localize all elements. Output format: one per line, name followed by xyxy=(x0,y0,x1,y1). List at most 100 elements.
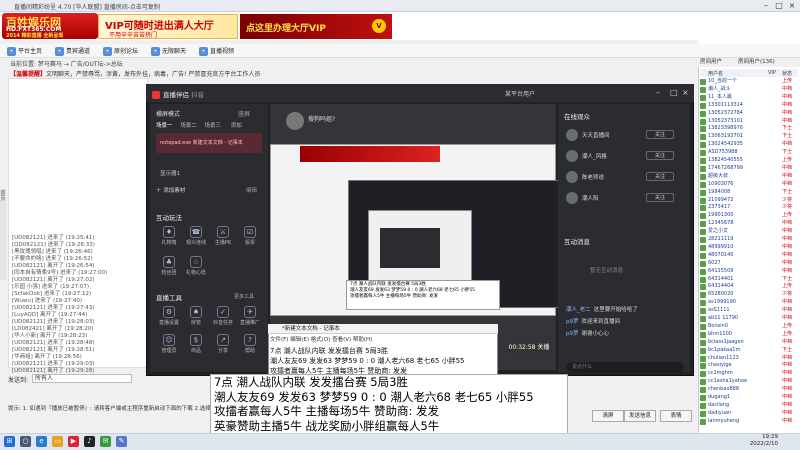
user-row[interactable]: dugang1 中档 xyxy=(700,394,798,401)
user-row[interactable]: bc1pakaa1rn 下士 xyxy=(700,347,798,354)
live-close-icon[interactable]: × xyxy=(682,88,689,97)
manage-button[interactable]: ☺ 管理员 xyxy=(156,334,182,354)
follow-button[interactable]: 关注 xyxy=(646,172,674,181)
user-row[interactable]: 13063193701 下士 xyxy=(700,133,798,141)
live-minimize-icon[interactable]: – xyxy=(656,88,660,97)
user-row[interactable]: Bonsin0 上传 xyxy=(700,323,798,330)
user-row[interactable]: 爱之小文 中档 xyxy=(700,228,798,236)
live-maximize-icon[interactable]: □ xyxy=(670,88,678,97)
vip-register-banner[interactable]: 点这里办理大厅VIP V xyxy=(240,14,392,39)
maximize-icon[interactable]: □ xyxy=(773,1,785,11)
tab-video[interactable]: • 直播视频 xyxy=(198,46,237,57)
search-icon[interactable]: ○ xyxy=(20,436,31,447)
user-row[interactable]: 潮人_战斗 中档 xyxy=(700,86,798,93)
user-row[interactable]: 19901300 上传 xyxy=(700,212,798,220)
online-viewer[interactable]: 潮人_风格 关注 xyxy=(566,149,676,163)
follow-button[interactable]: 关注 xyxy=(646,193,674,202)
tab-forum[interactable]: • 原创论坛 xyxy=(102,46,141,57)
more-tools-link[interactable]: 更多工具 xyxy=(234,293,254,300)
end-live-button[interactable]: 00:32:58 关播 xyxy=(506,342,552,354)
shop-button[interactable]: $ 商品 xyxy=(183,334,209,354)
user-row[interactable]: cc1asha1yahoe 中档 xyxy=(700,378,798,386)
user-row[interactable]: 13052373101 中档 xyxy=(700,118,798,125)
notepad-menu[interactable]: 文件(F) 编辑(E) 格式(O) 查看(V) 帮助(H) xyxy=(270,335,372,343)
user-row[interactable]: 64314401 下士 xyxy=(700,276,798,283)
user-row[interactable]: chulian1123 中档 xyxy=(700,355,798,362)
emoji-button[interactable]: 表情 xyxy=(660,410,692,422)
online-viewer[interactable]: 潮人阳 关注 xyxy=(566,191,676,205)
user-row[interactable]: bclass1jaagen 中档 xyxy=(700,339,798,346)
user-row[interactable]: 48070140 中档 xyxy=(700,252,798,259)
send-message-button[interactable]: 发送信息 xyxy=(624,410,656,422)
chat-app-icon[interactable]: ✉ xyxy=(100,436,111,447)
user-row[interactable]: dadiyuan 中档 xyxy=(700,410,798,417)
user-row[interactable]: cc1mghm 中档 xyxy=(700,370,798,378)
link-button[interactable]: ☎ 观众连线 xyxy=(183,226,209,246)
display-source[interactable]: 显示器1 xyxy=(160,169,180,177)
user-row[interactable]: chasiyige 中档 xyxy=(700,362,798,370)
user-row[interactable]: 13024542935 中档 xyxy=(700,141,798,149)
taskbar-clock[interactable]: 19:29 2022/2/10 xyxy=(750,434,778,448)
scene-tab-1[interactable]: 场景一 xyxy=(156,123,173,129)
online-viewer[interactable]: 天天直播间 关注 xyxy=(566,128,676,142)
help-button[interactable]: ? 帮助 xyxy=(237,334,263,354)
close-icon[interactable]: × xyxy=(786,1,798,11)
follow-button[interactable]: 关注 xyxy=(646,151,674,160)
user-row[interactable]: dacilang 中档 xyxy=(700,402,798,409)
user-row[interactable]: 2373417 少将 xyxy=(700,204,798,212)
online-viewer[interactable]: 陈老师说 关注 xyxy=(566,170,676,184)
user-row[interactable]: 超级大叔 中档 xyxy=(700,173,798,180)
admin-button[interactable]: ♠ 房管 xyxy=(183,306,209,326)
edge-icon[interactable]: e xyxy=(36,436,47,447)
group-button[interactable]: ♣ 粉丝团 xyxy=(156,256,182,276)
user-row[interactable]: 64115509 中档 xyxy=(700,268,798,275)
mode-toggle[interactable]: 竖屏 xyxy=(238,109,250,118)
site-logo[interactable]: 百姓娱乐网 HD.FXT365.COM 2014 精彩直播 全新呈现 xyxy=(2,13,98,39)
user-row[interactable]: 21099472 少将 xyxy=(700,197,798,204)
tab-room-users[interactable]: 房间用户 xyxy=(700,57,722,65)
start-icon[interactable]: ⊞ xyxy=(4,436,15,447)
left-side-strip[interactable]: 首页 xyxy=(0,190,6,280)
user-row[interactable]: ab11 11790 中档 xyxy=(700,315,798,322)
folder-icon[interactable]: ▭ xyxy=(52,436,63,447)
add-scene-button[interactable]: 添加 xyxy=(231,123,242,129)
user-row[interactable]: lanmyuheng 中档 xyxy=(700,418,798,425)
follow-button[interactable]: 关注 xyxy=(646,130,674,139)
minimize-icon[interactable]: – xyxy=(760,1,772,11)
user-row[interactable]: 65280020 少将 xyxy=(700,291,798,299)
user-row[interactable]: 64314404 上传 xyxy=(700,283,798,291)
user-row[interactable]: 17467268799 中档 xyxy=(700,165,798,172)
share-button[interactable]: ↗ 分享 xyxy=(210,334,236,354)
user-row[interactable]: 13823398976 下士 xyxy=(700,125,798,133)
settings-button[interactable]: ⚙ 直播设置 xyxy=(156,306,182,326)
promo-button[interactable]: ✈ 直播推广 xyxy=(237,306,263,326)
user-row[interactable]: 13052372784 中档 xyxy=(700,110,798,117)
tab-chat[interactable]: • 无限聊天 xyxy=(150,46,189,57)
task-button[interactable]: ✓ 抖音任务 xyxy=(210,306,236,326)
pk-button[interactable]: ⚔ 主播PK xyxy=(210,226,236,246)
user-row[interactable]: 13824540555 上传 xyxy=(700,157,798,164)
edit-button[interactable]: 编辑 xyxy=(246,186,257,194)
comment-input[interactable]: 说点什么 xyxy=(566,362,684,372)
add-material-button[interactable]: ＋ 添加素材 xyxy=(156,186,185,194)
user-row[interactable]: 11_本人最 中档 xyxy=(700,94,798,101)
user-row[interactable]: 10_当前一个 上传 xyxy=(700,78,798,85)
live-user-badge[interactable]: 某平台用户 xyxy=(505,89,535,98)
tab-vip[interactable]: • 贵宾通道 xyxy=(54,46,93,57)
clear-button[interactable]: 清屏 xyxy=(592,410,624,422)
user-row[interactable]: asS1111 中档 xyxy=(700,307,798,315)
live-app-icon[interactable]: ♪ xyxy=(84,436,95,447)
tab-home[interactable]: • 平台主页 xyxy=(6,46,45,57)
user-row[interactable]: 28211119 中档 xyxy=(700,236,798,243)
user-row[interactable]: bhm1100 上传 xyxy=(700,331,798,338)
notepad-icon[interactable]: ✎ xyxy=(116,436,127,447)
gift-button[interactable]: ♦ 礼物墙 xyxy=(156,226,182,246)
user-row[interactable]: chenbao888 中档 xyxy=(700,386,798,394)
send-target-select[interactable]: 所有人 xyxy=(32,374,132,383)
scene-tab-2[interactable]: 场景二 xyxy=(180,123,197,129)
tab-room-users-count[interactable]: 房间用户(136) xyxy=(738,57,775,65)
app-icon[interactable]: ▶ xyxy=(68,436,79,447)
user-row[interactable]: 6027 中档 xyxy=(700,260,798,267)
vote-button[interactable]: ☑ 投票 xyxy=(237,226,263,246)
scene-tab-3[interactable]: 场景三 xyxy=(205,123,222,129)
